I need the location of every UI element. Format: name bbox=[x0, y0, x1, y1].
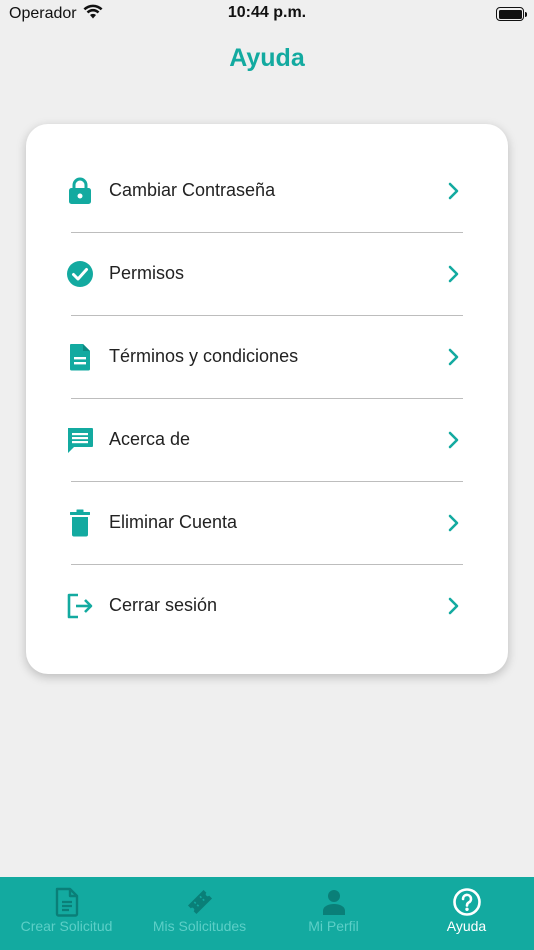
tab-my-profile[interactable]: Mi Perfil bbox=[267, 877, 400, 950]
ticket-icon bbox=[185, 887, 215, 917]
menu-item-label: Acerca de bbox=[109, 429, 191, 449]
menu-item-label: Eliminar Cuenta bbox=[109, 512, 238, 532]
menu-item-label: Términos y condiciones bbox=[109, 346, 299, 366]
tab-help[interactable]: Ayuda bbox=[400, 877, 533, 950]
chevron-right-icon bbox=[446, 431, 462, 449]
menu-item-terms[interactable]: Términos y condiciones bbox=[26, 315, 508, 398]
message-icon bbox=[66, 426, 94, 454]
menu-item-logout[interactable]: Cerrar sesión bbox=[26, 564, 508, 647]
menu-item-delete-account[interactable]: Eliminar Cuenta bbox=[26, 481, 508, 564]
chevron-right-icon bbox=[446, 597, 462, 615]
menu-item-label: Cerrar sesión bbox=[109, 595, 218, 615]
trash-icon bbox=[66, 509, 94, 537]
tab-label: Ayuda bbox=[446, 918, 487, 934]
menu-item-label: Cambiar Contraseña bbox=[109, 180, 276, 200]
battery-icon bbox=[496, 7, 527, 21]
tab-bar: Crear Solicitud Mis Solicitudes Mi Perfi… bbox=[0, 877, 534, 950]
check-circle-icon bbox=[66, 260, 94, 288]
document-edit-icon bbox=[52, 887, 82, 917]
document-icon bbox=[66, 343, 94, 371]
menu-item-permissions[interactable]: Permisos bbox=[26, 232, 508, 315]
help-circle-icon bbox=[452, 887, 482, 917]
chevron-right-icon bbox=[446, 182, 462, 200]
status-bar: Operador 10:44 p.m. bbox=[0, 0, 534, 30]
tab-my-requests[interactable]: Mis Solicitudes bbox=[133, 877, 266, 950]
person-icon bbox=[319, 887, 349, 917]
menu-item-label: Permisos bbox=[109, 263, 185, 283]
tab-label: Mi Perfil bbox=[308, 918, 359, 934]
menu-item-about[interactable]: Acerca de bbox=[26, 398, 508, 481]
tab-label: Crear Solicitud bbox=[20, 918, 113, 934]
logout-icon bbox=[66, 592, 94, 620]
menu-item-change-password[interactable]: Cambiar Contraseña bbox=[26, 149, 508, 232]
help-menu-card: Cambiar Contraseña Permisos Términos y c… bbox=[26, 124, 508, 674]
status-time: 10:44 p.m. bbox=[227, 4, 307, 21]
lock-icon bbox=[66, 177, 94, 205]
tab-label: Mis Solicitudes bbox=[152, 918, 247, 934]
page-title: Ayuda bbox=[229, 44, 305, 72]
chevron-right-icon bbox=[446, 265, 462, 283]
chevron-right-icon bbox=[446, 348, 462, 366]
tab-create-request[interactable]: Crear Solicitud bbox=[0, 877, 133, 950]
chevron-right-icon bbox=[446, 514, 462, 532]
